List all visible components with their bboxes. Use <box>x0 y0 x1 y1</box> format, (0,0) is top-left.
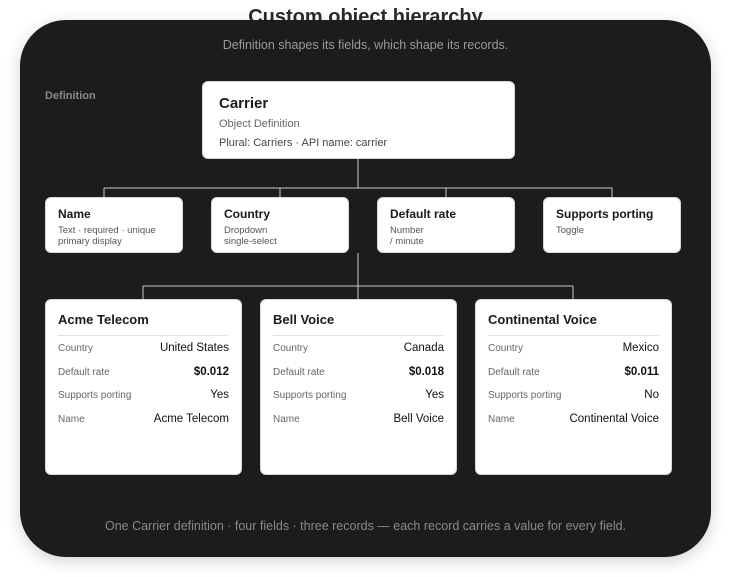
record-value: $0.012 <box>193 365 229 378</box>
record-key: Default rate <box>488 366 540 378</box>
record-title: Acme Telecom <box>58 312 229 336</box>
definition-meta: Plural: Carriers · API name: carrier <box>219 137 388 149</box>
footer-summary: One Carrier definition · four fields · t… <box>104 519 627 533</box>
record-key: Name <box>58 413 85 425</box>
record-row: Country United States <box>58 342 229 366</box>
record-key: Default rate <box>273 366 325 378</box>
record-title: Bell Voice <box>273 312 444 336</box>
record-value: United States <box>159 342 229 354</box>
record-value: Acme Telecom <box>153 412 229 425</box>
field-description: Number / minute <box>390 225 424 247</box>
field-card-supports-porting[interactable]: Supports porting Toggle <box>543 197 681 253</box>
record-value: Continental Voice <box>569 412 659 425</box>
record-card-continental-voice[interactable]: Continental Voice Country Mexico Default … <box>475 299 672 475</box>
record-row: Supports porting Yes <box>273 389 444 413</box>
record-row: Supports porting Yes <box>58 389 229 413</box>
record-row: Name Acme Telecom <box>58 413 229 437</box>
record-key: Name <box>273 413 300 425</box>
field-description: Toggle <box>556 225 584 236</box>
field-description: Text · required · unique primary display <box>58 225 156 247</box>
field-card-default-rate[interactable]: Default rate Number / minute <box>377 197 515 253</box>
record-value: Bell Voice <box>393 412 444 425</box>
record-key: Default rate <box>58 366 110 378</box>
record-key: Country <box>488 343 524 354</box>
record-card-acme-telecom[interactable]: Acme Telecom Country United States Defaul… <box>45 299 242 475</box>
definition-card[interactable]: Carrier Object Definition Plural: Carrie… <box>202 81 515 159</box>
record-key: Supports porting <box>488 390 562 401</box>
record-key: Country <box>273 343 309 354</box>
record-key: Supports porting <box>58 390 132 401</box>
record-value: Yes <box>425 389 444 401</box>
field-name: Country <box>224 207 270 221</box>
definition-type: Object Definition <box>219 118 300 130</box>
field-name: Default rate <box>390 207 457 221</box>
record-row: Country Canada <box>273 342 444 366</box>
record-value: $0.011 <box>624 365 659 378</box>
record-value: $0.018 <box>408 365 444 378</box>
record-row: Country Mexico <box>488 342 659 366</box>
record-value: Yes <box>210 389 229 401</box>
field-name: Name <box>58 207 91 221</box>
field-name: Supports porting <box>556 207 654 221</box>
record-value: Canada <box>403 342 444 354</box>
record-key: Supports porting <box>273 390 347 401</box>
record-key: Country <box>58 343 94 354</box>
record-row: Supports porting No <box>488 389 659 413</box>
record-row: Name Continental Voice <box>488 413 659 437</box>
record-row: Default rate $0.011 <box>488 366 659 390</box>
field-card-name[interactable]: Name Text · required · unique primary di… <box>45 197 183 253</box>
record-value: No <box>644 389 659 401</box>
record-key: Name <box>488 413 515 425</box>
definition-name: Carrier <box>219 95 269 112</box>
field-description: Dropdown single-select <box>224 225 277 247</box>
field-card-country[interactable]: Country Dropdown single-select <box>211 197 349 253</box>
record-row: Default rate $0.018 <box>273 366 444 390</box>
record-value: Mexico <box>622 342 659 354</box>
record-row: Name Bell Voice <box>273 413 444 437</box>
record-card-bell-voice[interactable]: Bell Voice Country Canada Default rate $0.… <box>260 299 457 475</box>
record-title: Continental Voice <box>488 312 659 336</box>
record-row: Default rate $0.012 <box>58 366 229 390</box>
